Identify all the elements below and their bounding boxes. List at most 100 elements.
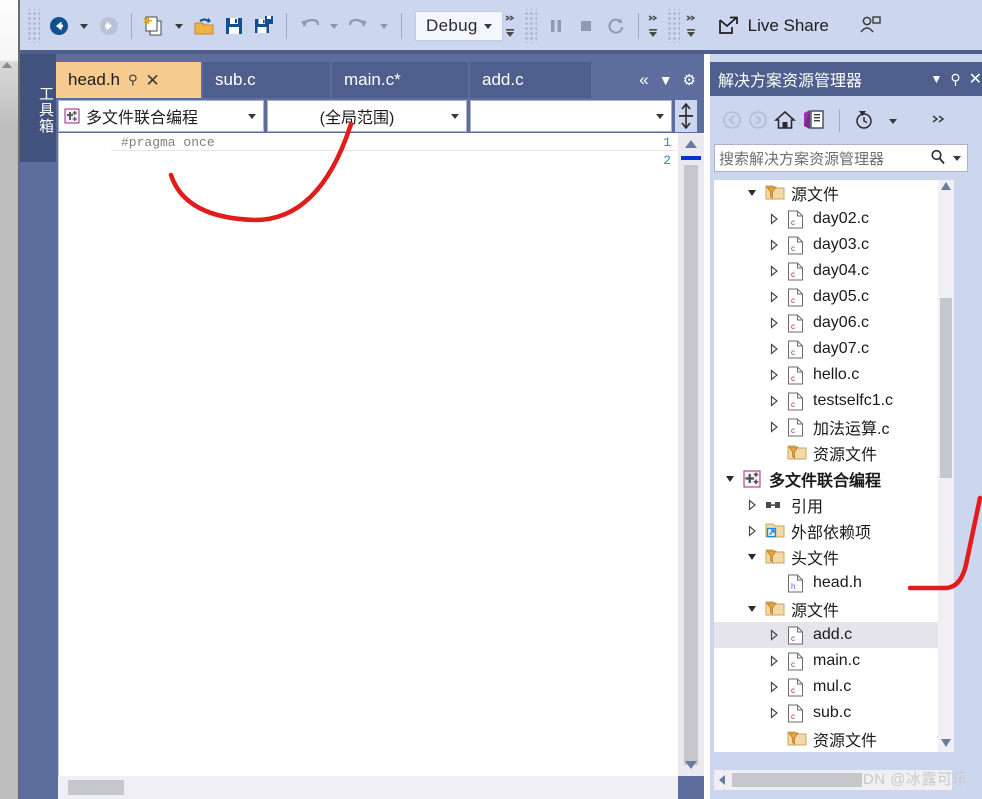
split-editor-icon[interactable]	[675, 100, 697, 132]
tree-item-main.c[interactable]: c main.c	[714, 648, 952, 674]
gear-icon[interactable]: ⚙	[683, 71, 696, 89]
tree-item-加法运算.c[interactable]: c 加法运算.c	[714, 414, 952, 440]
tree-item-资源文件[interactable]: 资源文件	[714, 440, 952, 466]
editor-horizontal-scrollbar[interactable]	[58, 776, 678, 799]
scroll-left-icon[interactable]	[716, 774, 728, 789]
expand-arrow-icon[interactable]	[768, 706, 782, 720]
scroll-up-icon[interactable]	[678, 133, 704, 155]
tree-item-testselfc1.c[interactable]: c testselfc1.c	[714, 388, 952, 414]
toolbar-grip-1[interactable]	[26, 9, 40, 43]
navigate-backward-icon[interactable]	[44, 11, 74, 41]
editor-vertical-scrollbar[interactable]	[678, 133, 704, 776]
navigate-backward-dropdown-icon[interactable]	[80, 23, 88, 29]
account-icon[interactable]	[855, 11, 885, 41]
project-combo[interactable]: 多文件联合编程	[58, 100, 264, 132]
collapse-arrow-icon[interactable]	[746, 550, 760, 564]
expand-arrow-icon[interactable]	[768, 420, 782, 434]
tree-item-day07.c[interactable]: c day07.c	[714, 336, 952, 362]
editor-hscroll-thumb[interactable]	[68, 780, 124, 795]
expand-arrow-icon[interactable]	[768, 368, 782, 382]
step-grip-1[interactable]	[646, 11, 660, 41]
tree-item-引用[interactable]: 引用	[714, 492, 952, 518]
close-icon[interactable]: ✕	[146, 72, 160, 89]
tree-item-头文件[interactable]: 头文件	[714, 544, 952, 570]
solution-explorer-tree[interactable]: 源文件 c day02.c c day03.c c day04.c c day05.c c day0…	[714, 180, 952, 752]
tree-item-day06.c[interactable]: c day06.c	[714, 310, 952, 336]
member-combo-dropdown-icon[interactable]	[649, 113, 671, 119]
toolbar-grip-3[interactable]	[665, 9, 680, 43]
scroll-down-icon[interactable]	[678, 754, 704, 776]
panel-menu-dropdown-icon[interactable]: ▼	[930, 72, 942, 86]
scroll-track[interactable]	[684, 165, 698, 765]
undo-dropdown-icon[interactable]	[330, 23, 338, 29]
redo-dropdown-icon[interactable]	[380, 23, 388, 29]
collapse-arrow-icon[interactable]	[746, 602, 760, 616]
tree-item-资源文件[interactable]: 资源文件	[714, 726, 952, 752]
tree-item-外部依赖项[interactable]: 外部依赖项	[714, 518, 952, 544]
expand-arrow-icon[interactable]	[768, 342, 782, 356]
pin-icon[interactable]: ⚲	[128, 72, 138, 88]
active-files-dropdown-icon[interactable]: ▼	[659, 72, 673, 88]
editor-tab-sub-c[interactable]: sub.c	[203, 62, 330, 98]
expand-arrow-icon[interactable]	[746, 498, 760, 512]
pending-changes-icon[interactable]	[853, 109, 877, 134]
scope-combo-dropdown-icon[interactable]	[444, 113, 466, 119]
expand-arrow-icon[interactable]	[768, 628, 782, 642]
new-item-dropdown-icon[interactable]	[175, 23, 183, 29]
pin-icon[interactable]: ⚲	[950, 71, 960, 88]
expand-arrow-icon[interactable]	[768, 654, 782, 668]
tree-item-mul.c[interactable]: c mul.c	[714, 674, 952, 700]
close-icon[interactable]: ✕	[969, 69, 982, 89]
project-combo-dropdown-icon[interactable]	[241, 113, 263, 119]
editor-tab-main-c[interactable]: main.c*	[332, 62, 468, 98]
new-item-icon[interactable]	[139, 11, 169, 41]
scope-combo[interactable]: (全局范围)	[267, 100, 467, 132]
expand-arrow-icon[interactable]	[768, 394, 782, 408]
member-combo[interactable]	[470, 100, 672, 132]
save-icon[interactable]	[219, 11, 249, 41]
tree-item-day03.c[interactable]: c day03.c	[714, 232, 952, 258]
expand-arrow-icon[interactable]	[768, 212, 782, 226]
search-input[interactable]: 搜索解决方案资源管理器	[715, 148, 929, 169]
expand-arrow-icon[interactable]	[768, 290, 782, 304]
solution-explorer-search[interactable]: 搜索解决方案资源管理器	[714, 144, 968, 172]
save-all-icon[interactable]	[249, 11, 279, 41]
editor-tab-add-c[interactable]: add.c	[470, 62, 591, 98]
tree-item-add.c[interactable]: c add.c	[714, 622, 952, 648]
editor-tab-head-h[interactable]: head.h ⚲ ✕	[56, 62, 201, 98]
window-left-scroll-strip[interactable]	[0, 0, 18, 799]
expand-arrow-icon[interactable]	[746, 524, 760, 538]
tree-item-day04.c[interactable]: c day04.c	[714, 258, 952, 284]
code-editor[interactable]: 1 2 #pragma once	[58, 133, 679, 776]
tree-item-day02.c[interactable]: c day02.c	[714, 206, 952, 232]
pending-changes-dropdown-icon[interactable]	[889, 118, 897, 124]
toolbar-grip-2[interactable]	[522, 9, 537, 43]
se-vscroll-thumb[interactable]	[940, 298, 952, 478]
se-overflow-icon[interactable]	[931, 113, 947, 130]
live-share-button[interactable]: Live Share	[716, 14, 829, 38]
open-file-icon[interactable]	[189, 11, 219, 41]
scroll-up-arrow-icon[interactable]	[2, 62, 12, 68]
tree-item-day05.c[interactable]: c day05.c	[714, 284, 952, 310]
collapse-arrow-icon[interactable]	[724, 472, 738, 486]
tree-item-源文件[interactable]: 源文件	[714, 180, 952, 206]
solution-configuration-combo[interactable]: Debug	[415, 11, 503, 41]
step-grip-2[interactable]	[684, 11, 698, 41]
home-icon[interactable]	[773, 109, 797, 134]
expand-arrow-icon[interactable]	[768, 680, 782, 694]
tree-item-hello.c[interactable]: c hello.c	[714, 362, 952, 388]
expand-arrow-icon[interactable]	[768, 316, 782, 330]
search-icon[interactable]	[929, 148, 947, 169]
tree-item-sub.c[interactable]: c sub.c	[714, 700, 952, 726]
scroll-down-icon[interactable]	[940, 737, 952, 752]
expand-arrow-icon[interactable]	[768, 264, 782, 278]
expand-arrow-icon[interactable]	[768, 238, 782, 252]
search-options-dropdown-icon[interactable]	[953, 155, 961, 161]
scroll-up-icon[interactable]	[940, 180, 952, 195]
debug-target-grip[interactable]	[503, 11, 517, 41]
scroll-tabs-left-icon[interactable]: «	[639, 70, 648, 90]
tree-item-源文件[interactable]: 源文件	[714, 596, 952, 622]
sync-with-active-document-icon[interactable]	[802, 109, 826, 134]
solution-explorer-vertical-scrollbar[interactable]	[938, 180, 954, 752]
solution-configuration-dropdown-icon[interactable]	[483, 23, 492, 29]
